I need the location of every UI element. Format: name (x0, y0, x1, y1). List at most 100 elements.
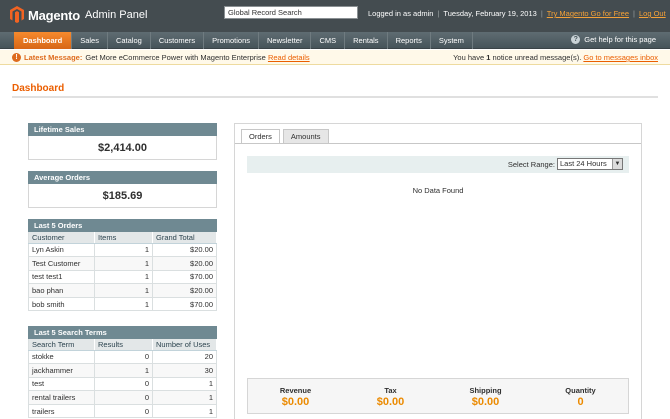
logo[interactable]: Magento Admin Panel (10, 6, 147, 24)
cell-items: 1 (94, 270, 153, 285)
orders-panel: Orders Amounts Select Range: Last 24 Hou… (234, 123, 642, 419)
total-tax: Tax $0.00 (343, 379, 438, 413)
total-shipping: Shipping $0.00 (438, 379, 533, 413)
lifetime-sales-box: Lifetime Sales $2,414.00 (28, 123, 217, 160)
separator: | (540, 9, 543, 18)
help-label: Get help for this page (584, 35, 656, 44)
last-orders-title: Last 5 Orders (28, 219, 217, 232)
notice-summary: You have 1 notice unread message(s). Go … (453, 50, 658, 65)
nav-dashboard[interactable]: Dashboard (14, 32, 73, 49)
panel-tabs: Orders Amounts (241, 129, 332, 143)
total-label: Tax (384, 386, 397, 395)
cell-customer: Test Customer (28, 256, 95, 271)
column-header-search-term[interactable]: Search Term (28, 339, 95, 351)
cell-total: $20.00 (152, 243, 217, 258)
select-range-dropdown[interactable]: Last 24 Hours ▼ (557, 158, 623, 170)
total-value: $0.00 (376, 396, 405, 408)
cell-uses: 1 (152, 377, 217, 392)
nav-sales[interactable]: Sales (72, 32, 108, 49)
logged-in-text: Logged in as admin (368, 9, 434, 18)
cell-uses: 1 (152, 404, 217, 419)
cell-term: jackhammer (28, 363, 95, 378)
average-orders-value: $185.69 (28, 184, 217, 208)
nav-reports[interactable]: Reports (388, 32, 431, 49)
cell-uses: 20 (152, 350, 217, 365)
logout-link[interactable]: Log Out (639, 9, 666, 18)
table-row[interactable]: test test1 1 $70.00 (28, 270, 217, 285)
header: Magento Admin Panel Global Record Search… (0, 0, 670, 32)
nav-cms[interactable]: CMS (311, 32, 346, 49)
average-orders-box: Average Orders $185.69 (28, 171, 217, 208)
nav-system[interactable]: System (431, 32, 473, 49)
no-data-message: No Data Found (412, 186, 464, 195)
table-row[interactable]: Lyn Askin 1 $20.00 (28, 243, 217, 258)
cell-term: stokke (28, 350, 95, 365)
column-header-items[interactable]: Items (94, 232, 153, 244)
cell-results: 0 (94, 350, 153, 365)
select-range-label: Select Range: (507, 160, 555, 169)
table-row[interactable]: jackhammer 1 30 (28, 363, 217, 378)
last-orders-box: Last 5 Orders Customer Items Grand Total… (28, 219, 217, 312)
cell-customer: bob smith (28, 297, 95, 312)
nav-newsletter[interactable]: Newsletter (259, 32, 312, 49)
range-bar: Select Range: Last 24 Hours ▼ (247, 156, 629, 173)
column-header-grand-total[interactable]: Grand Total (152, 232, 217, 244)
cell-total: $70.00 (152, 270, 217, 285)
table-row[interactable]: Test Customer 1 $20.00 (28, 256, 217, 271)
table-row[interactable]: trailers 0 1 (28, 404, 217, 419)
dropdown-arrow-icon: ▼ (612, 159, 622, 169)
message-bar: ! Latest Message: Get More eCommerce Pow… (0, 50, 670, 65)
lifetime-sales-value: $2,414.00 (28, 136, 217, 160)
global-search-input[interactable]: Global Record Search (224, 6, 358, 19)
tab-orders[interactable]: Orders (241, 129, 280, 143)
main-nav: Dashboard Sales Catalog Customers Promot… (0, 32, 670, 49)
separator: | (437, 9, 440, 18)
cell-results: 0 (94, 404, 153, 419)
average-orders-title: Average Orders (28, 171, 217, 184)
cell-customer: bao phan (28, 283, 95, 298)
latest-message: ! Latest Message: Get More eCommerce Pow… (12, 50, 310, 65)
cell-items: 1 (94, 297, 153, 312)
separator: | (633, 9, 635, 18)
total-value: $0.00 (281, 396, 310, 408)
totals-bar: Revenue $0.00 Tax $0.00 Shipping $0.00 Q… (247, 378, 629, 414)
cell-customer: Lyn Askin (28, 243, 95, 258)
cell-total: $70.00 (152, 297, 217, 312)
read-details-link[interactable]: Read details (268, 50, 310, 65)
table-row[interactable]: bob smith 1 $70.00 (28, 297, 217, 312)
table-row[interactable]: test 0 1 (28, 377, 217, 392)
logo-text: Magento (28, 7, 81, 23)
last-orders-table: Customer Items Grand Total Lyn Askin 1 $20… (28, 232, 217, 312)
cell-total: $20.00 (152, 283, 217, 298)
column-header-results[interactable]: Results (94, 339, 153, 351)
tab-divider (235, 143, 641, 144)
cell-term: rental trailers (28, 390, 95, 405)
column-header-customer[interactable]: Customer (28, 232, 95, 244)
cell-items: 1 (94, 256, 153, 271)
total-label: Shipping (469, 386, 502, 395)
nav-catalog[interactable]: Catalog (108, 32, 151, 49)
help-link[interactable]: ? Get help for this page (571, 35, 656, 44)
cell-results: 0 (94, 377, 153, 392)
messages-inbox-link[interactable]: Go to messages inbox (583, 53, 658, 62)
tab-amounts[interactable]: Amounts (282, 129, 329, 143)
table-row[interactable]: stokke 0 20 (28, 350, 217, 365)
nav-promotions[interactable]: Promotions (204, 32, 260, 49)
cell-items: 1 (94, 283, 153, 298)
nav-customers[interactable]: Customers (151, 32, 205, 49)
try-magento-go-link[interactable]: Try Magento Go for Free (547, 9, 629, 18)
notice-count: 1 (486, 53, 491, 62)
cell-uses: 1 (152, 390, 217, 405)
total-value: $0.00 (471, 396, 500, 408)
nav-rentals[interactable]: Rentals (345, 32, 388, 49)
total-quantity: Quantity 0 (533, 379, 628, 413)
select-range-value: Last 24 Hours (560, 159, 607, 168)
table-row[interactable]: rental trailers 0 1 (28, 390, 217, 405)
page-title: Dashboard (12, 83, 65, 94)
title-divider (12, 96, 658, 98)
cell-items: 1 (94, 243, 153, 258)
table-row[interactable]: bao phan 1 $20.00 (28, 283, 217, 298)
column-header-uses[interactable]: Number of Uses (152, 339, 217, 351)
total-label: Revenue (279, 386, 312, 395)
search-terms-box: Last 5 Search Terms Search Term Results … (28, 326, 217, 419)
